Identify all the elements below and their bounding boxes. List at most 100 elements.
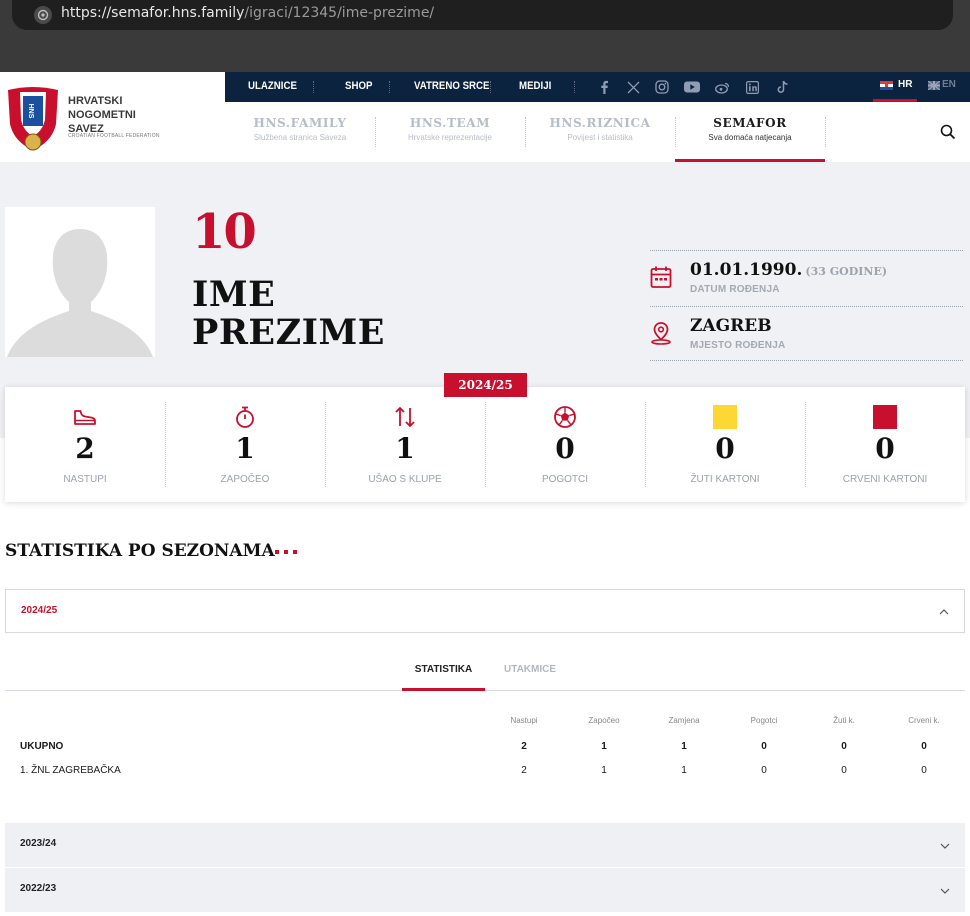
column-header: Crveni k. xyxy=(908,716,940,725)
row-name[interactable]: 1. ŽNL ZAGREBAČKA xyxy=(20,765,121,776)
avatar-silhouette-icon xyxy=(7,229,153,357)
nav-vatreno-srce[interactable]: VATRENO SRCE xyxy=(414,80,489,92)
red-card-icon xyxy=(873,405,897,429)
nav-separator xyxy=(574,81,575,93)
stat-usao-s-klupe: 1 UŠAO S KLUPE xyxy=(325,387,485,502)
birth-place-row: ZAGREB MJESTO ROĐENJA xyxy=(650,306,963,361)
section-title-dots xyxy=(275,550,299,554)
tiktok-icon[interactable] xyxy=(775,79,791,95)
column-header: Pogotci xyxy=(750,716,778,725)
section-title: STATISTIKA PO SEZONAMA xyxy=(5,541,275,561)
player-age: (33 GODINE) xyxy=(805,265,888,278)
player-info: 01.01.1990. (33 GODINE) DATUM ROĐENJA ZAG… xyxy=(650,250,963,361)
season-accordion-2022-23[interactable]: 2022/23 xyxy=(5,868,965,912)
birth-place: ZAGREB xyxy=(690,316,772,336)
column-header: Započeo xyxy=(588,716,620,725)
logo-wordmark: HRVATSKI NOGOMETNI SAVEZ xyxy=(68,95,136,135)
language-hr[interactable]: HR xyxy=(873,72,917,102)
tab-statistika[interactable]: STATISTIKA xyxy=(402,664,485,691)
main-navigation: HNS.FAMILY Službena stranica Saveza HNS.… xyxy=(225,102,970,162)
site-info-icon[interactable] xyxy=(34,6,52,24)
stat-zapoceo: 1 ZAPOČEO xyxy=(165,387,325,502)
yellow-card-icon xyxy=(713,405,737,429)
mainnav-hns-family[interactable]: HNS.FAMILY Službena stranica Saveza xyxy=(225,102,375,162)
stat-label: NASTUPI xyxy=(63,474,107,485)
stat-value: 1 xyxy=(395,432,415,465)
url-text[interactable]: https://semafor.hns.family/igraci/12345/… xyxy=(61,5,434,21)
birth-date-label: DATUM ROĐENJA xyxy=(690,284,780,295)
ball-icon xyxy=(553,405,577,429)
stat-value: 0 xyxy=(555,432,575,465)
stat-label: POGOTCI xyxy=(541,474,589,485)
boot-icon xyxy=(73,405,97,429)
stopwatch-icon xyxy=(233,405,257,429)
nav-ulaznice[interactable]: ULAZNICE xyxy=(248,80,297,92)
weibo-icon[interactable] xyxy=(714,79,730,95)
birth-place-label: MJESTO ROĐENJA xyxy=(690,340,786,351)
site-header: HNS HRVATSKI NOGOMETNI SAVEZ CROATIAN FO… xyxy=(0,72,970,162)
player-first-name: IME xyxy=(192,274,276,315)
search-icon[interactable] xyxy=(940,124,956,140)
uk-flag-icon xyxy=(928,81,940,90)
x-twitter-icon[interactable] xyxy=(625,79,641,95)
accordion-season-label: 2022/23 xyxy=(20,883,57,894)
stat-label: ŽUTI KARTONI xyxy=(690,474,760,485)
stat-label: CRVENI KARTONI xyxy=(842,474,928,485)
nav-separator xyxy=(313,81,314,93)
chevron-up-icon[interactable] xyxy=(938,605,950,623)
player-last-name: PREZIME xyxy=(192,312,385,353)
nav-mediji[interactable]: MEDIJI xyxy=(519,80,551,92)
address-bar[interactable]: https://semafor.hns.family/igraci/12345/… xyxy=(12,0,953,30)
logo-subtitle: CROATIAN FOOTBALL FEDERATION xyxy=(68,133,160,139)
youtube-icon[interactable] xyxy=(684,79,700,95)
mainnav-separator xyxy=(825,117,826,147)
mainnav-hns-riznica[interactable]: HNS.RIZNICA Povijest i statistika xyxy=(525,102,675,162)
accordion-season-label: 2024/25 xyxy=(21,605,58,616)
table-cell: 2 xyxy=(521,765,527,776)
facebook-icon[interactable] xyxy=(596,79,612,95)
table-cell: 1 xyxy=(681,765,687,776)
table-cell: 0 xyxy=(921,741,927,752)
birth-date: 01.01.1990. xyxy=(690,260,803,280)
stat-label: ZAPOČEO xyxy=(220,474,270,485)
column-header: Zamjena xyxy=(668,716,700,725)
nav-separator xyxy=(490,81,491,93)
table-cell: 0 xyxy=(841,741,847,752)
stat-crveni-kartoni: 0 CRVENI KARTONI xyxy=(805,387,965,502)
instagram-icon[interactable] xyxy=(654,79,670,95)
table-cell: 0 xyxy=(921,765,927,776)
mainnav-semafor[interactable]: SEMAFOR Sva domaća natjecanja xyxy=(675,102,825,162)
stat-nastupi: 2 NASTUPI xyxy=(5,387,165,502)
table-cell: 1 xyxy=(601,741,607,752)
season-accordion-2024-25[interactable]: 2024/25 xyxy=(5,589,965,633)
player-name: IME PREZIME xyxy=(192,276,385,352)
accordion-season-label: 2023/24 xyxy=(20,838,57,849)
mainnav-hns-team[interactable]: HNS.TEAM Hrvatske reprezentacije xyxy=(375,102,525,162)
chevron-down-icon[interactable] xyxy=(939,884,951,902)
season-accordion-2023-24[interactable]: 2023/24 xyxy=(5,823,965,867)
chevron-down-icon[interactable] xyxy=(939,839,951,857)
top-navigation: ULAZNICE SHOP VATRENO SRCE MEDIJI HR EN xyxy=(225,72,970,102)
stat-value: 1 xyxy=(235,432,255,465)
linkedin-icon[interactable] xyxy=(744,79,760,95)
hns-logo[interactable]: HNS xyxy=(6,84,60,154)
season-badge: 2024/25 xyxy=(444,373,527,397)
season-summary-card: 2 NASTUPI 1 ZAPOČEO 1 UŠAO S KLUPE 0 POG… xyxy=(5,387,965,502)
column-header: Nastupi xyxy=(510,716,538,725)
nav-separator xyxy=(389,81,390,93)
stat-label: UŠAO S KLUPE xyxy=(368,474,442,485)
stat-pogotci: 0 POGOTCI xyxy=(485,387,645,502)
tab-utakmice[interactable]: UTAKMICE xyxy=(504,664,556,675)
location-pin-icon xyxy=(650,321,672,345)
nav-shop[interactable]: SHOP xyxy=(345,80,372,92)
player-photo-placeholder xyxy=(5,207,155,357)
table-row-total: UKUPNO 2 1 1 0 0 0 xyxy=(5,741,965,761)
stat-value: 0 xyxy=(715,432,735,465)
table-cell: 0 xyxy=(761,741,767,752)
browser-toolbar: https://semafor.hns.family/igraci/12345/… xyxy=(0,0,970,72)
croatian-flag-icon xyxy=(880,81,893,90)
stat-value: 0 xyxy=(875,432,895,465)
stat-value: 2 xyxy=(75,432,95,465)
column-header: Žuti k. xyxy=(833,716,855,725)
row-name: UKUPNO xyxy=(20,741,64,752)
